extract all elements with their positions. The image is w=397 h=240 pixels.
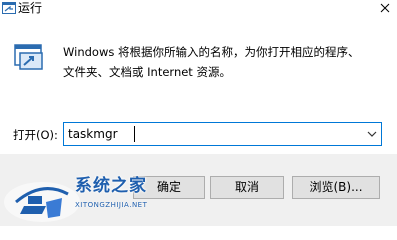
cancel-button[interactable]: 取消 (210, 176, 284, 199)
run-dialog: 运行 Windows 将根据你所输入的名称，为你打开相应的程序、 文件夹、文档或… (0, 0, 397, 226)
description-line: Windows 将根据你所输入的名称，为你打开相应的程序、 (63, 45, 360, 59)
watermark-name: 系统之家 (75, 176, 147, 196)
title-bar: 运行 (0, 0, 397, 20)
close-icon[interactable] (377, 0, 393, 16)
watermark-url: XITONGZHIJIA.NET (75, 201, 148, 209)
open-combobox[interactable]: taskmgr (63, 122, 382, 146)
open-input[interactable]: taskmgr (68, 127, 118, 141)
chevron-down-icon[interactable] (367, 130, 377, 138)
open-label: 打开(O): (13, 128, 58, 142)
browse-button[interactable]: 浏览(B)... (292, 176, 380, 199)
description-line: 文件夹、文档或 Internet 资源。 (63, 65, 231, 79)
run-icon (2, 2, 16, 14)
text-caret (134, 126, 135, 142)
run-icon (14, 44, 43, 70)
dialog-body: Windows 将根据你所输入的名称，为你打开相应的程序、 文件夹、文档或 In… (0, 20, 397, 154)
window-title: 运行 (18, 1, 43, 15)
dialog-description: Windows 将根据你所输入的名称，为你打开相应的程序、 文件夹、文档或 In… (63, 42, 383, 82)
